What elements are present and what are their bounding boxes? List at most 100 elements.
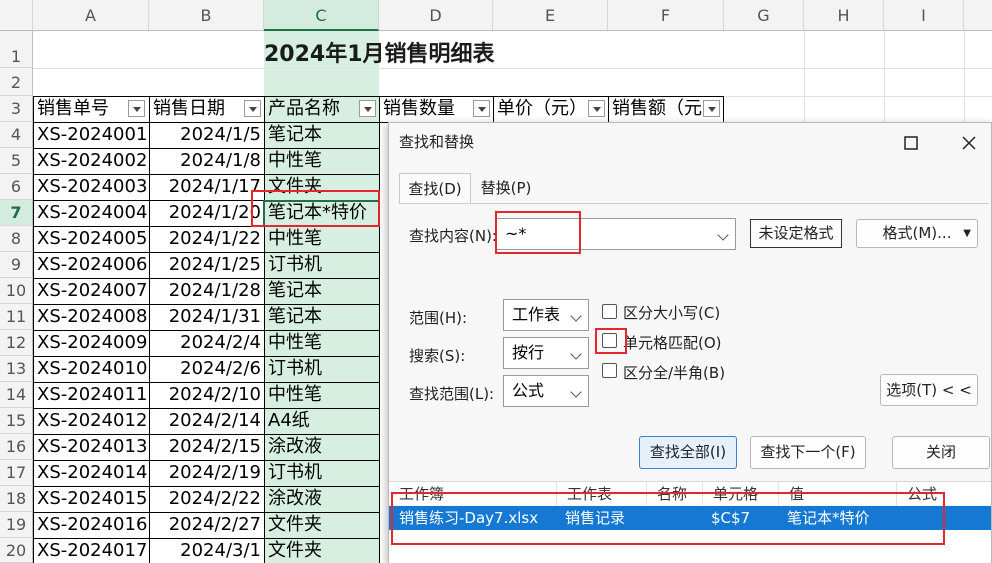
sale-date-cell[interactable]: 2024/1/25	[150, 252, 264, 278]
product-name-cell[interactable]: 订书机	[265, 356, 379, 382]
order-id-cell[interactable]: XS-2024006	[34, 252, 149, 278]
row-header[interactable]: 5	[0, 148, 33, 174]
sale-date-cell[interactable]: 2024/1/8	[150, 148, 264, 174]
sale-date-cell[interactable]: 2024/2/22	[150, 486, 264, 512]
sale-date-cell[interactable]: 2024/2/19	[150, 460, 264, 486]
select-all-corner[interactable]	[0, 0, 33, 31]
product-name-cell[interactable]: 文件夹	[265, 512, 379, 538]
row-header[interactable]: 16	[0, 434, 33, 460]
order-id-cell[interactable]: XS-2024011	[34, 382, 149, 408]
product-name-cell[interactable]: 中性笔	[265, 226, 379, 252]
column-header-d[interactable]: D	[379, 0, 493, 31]
column-header-b[interactable]: B	[149, 0, 264, 31]
sale-date-cell[interactable]: 2024/2/6	[150, 356, 264, 382]
column-header-a[interactable]: A	[33, 0, 149, 31]
row-header[interactable]: 17	[0, 460, 33, 486]
row-header[interactable]: 2	[0, 68, 33, 96]
chevron-down-icon[interactable]	[566, 338, 588, 368]
column-header-i[interactable]: I	[884, 0, 964, 31]
sheet-title[interactable]: 2024年1月销售明细表	[264, 36, 495, 68]
tab-find[interactable]: 查找(D)	[399, 173, 471, 203]
sale-date-cell[interactable]: 2024/2/27	[150, 512, 264, 538]
filter-dropdown-button[interactable]	[588, 100, 605, 117]
column-header-e[interactable]: E	[493, 0, 608, 31]
row-header[interactable]: 8	[0, 226, 33, 252]
filter-dropdown-button[interactable]	[128, 100, 145, 117]
row-header[interactable]: 18	[0, 486, 33, 512]
row-header[interactable]: 11	[0, 304, 33, 330]
product-name-cell[interactable]: 笔记本	[265, 304, 379, 330]
filter-dropdown-button[interactable]	[359, 100, 376, 117]
maximize-icon[interactable]	[891, 125, 931, 161]
look-in-select[interactable]: 公式	[503, 375, 589, 407]
sale-date-cell[interactable]: 2024/3/1	[150, 538, 264, 563]
find-next-button[interactable]: 查找下一个(F)	[750, 436, 866, 469]
product-name-cell[interactable]: 中性笔	[265, 148, 379, 174]
order-id-cell[interactable]: XS-2024002	[34, 148, 149, 174]
order-id-cell[interactable]: XS-2024013	[34, 434, 149, 460]
close-button[interactable]: 关闭	[892, 436, 990, 469]
find-all-button[interactable]: 查找全部(I)	[639, 436, 737, 469]
search-select[interactable]: 按行	[503, 337, 589, 369]
match-width-checkbox[interactable]	[602, 363, 617, 378]
sale-date-cell[interactable]: 2024/1/31	[150, 304, 264, 330]
row-header[interactable]: 10	[0, 278, 33, 304]
tab-replace[interactable]: 替换(P)	[471, 173, 541, 203]
format-button[interactable]: 格式(M)... ▼	[856, 219, 978, 248]
scope-select[interactable]: 工作表	[503, 299, 589, 331]
row-header[interactable]: 12	[0, 330, 33, 356]
product-name-cell[interactable]: 订书机	[265, 252, 379, 278]
chevron-down-icon[interactable]	[713, 219, 735, 249]
sale-date-cell[interactable]: 2024/2/14	[150, 408, 264, 434]
column-header-h[interactable]: H	[804, 0, 884, 31]
product-name-cell[interactable]: 文件夹	[265, 538, 379, 563]
order-id-cell[interactable]: XS-2024003	[34, 174, 149, 200]
filter-dropdown-button[interactable]	[244, 100, 261, 117]
column-header-c[interactable]: C	[264, 0, 379, 31]
order-id-cell[interactable]: XS-2024005	[34, 226, 149, 252]
row-header[interactable]: 3	[0, 96, 33, 122]
product-name-cell[interactable]: 涂改液	[265, 486, 379, 512]
row-header[interactable]: 7	[0, 200, 33, 226]
match-case-checkbox[interactable]	[602, 304, 617, 319]
row-header[interactable]: 14	[0, 382, 33, 408]
sale-date-cell[interactable]: 2024/1/28	[150, 278, 264, 304]
order-id-cell[interactable]: XS-2024010	[34, 356, 149, 382]
order-id-cell[interactable]: XS-2024014	[34, 460, 149, 486]
column-header-g[interactable]: G	[724, 0, 804, 31]
header-cell[interactable]: 销售额（元	[609, 96, 709, 122]
product-name-cell[interactable]: 订书机	[265, 460, 379, 486]
row-header[interactable]: 4	[0, 122, 33, 148]
product-name-cell[interactable]: 涂改液	[265, 434, 379, 460]
product-name-cell[interactable]: 笔记本	[265, 122, 379, 148]
order-id-cell[interactable]: XS-2024017	[34, 538, 149, 563]
options-button[interactable]: 选项(T) < <	[880, 374, 978, 406]
order-id-cell[interactable]: XS-2024016	[34, 512, 149, 538]
order-id-cell[interactable]: XS-2024009	[34, 330, 149, 356]
sale-date-cell[interactable]: 2024/2/10	[150, 382, 264, 408]
chevron-down-icon[interactable]	[566, 376, 588, 406]
row-header[interactable]: 1	[0, 31, 33, 68]
product-name-cell[interactable]: 笔记本	[265, 278, 379, 304]
sale-date-cell[interactable]: 2024/1/17	[150, 174, 264, 200]
order-id-cell[interactable]: XS-2024004	[34, 200, 149, 226]
filter-dropdown-button[interactable]	[703, 100, 720, 117]
sale-date-cell[interactable]: 2024/2/15	[150, 434, 264, 460]
sale-date-cell[interactable]: 2024/1/22	[150, 226, 264, 252]
order-id-cell[interactable]: XS-2024012	[34, 408, 149, 434]
product-name-cell[interactable]: 中性笔	[265, 382, 379, 408]
format-status-button[interactable]: 未设定格式	[750, 219, 842, 248]
product-name-cell[interactable]: 中性笔	[265, 330, 379, 356]
row-header[interactable]: 6	[0, 174, 33, 200]
row-header[interactable]: 20	[0, 538, 33, 563]
chevron-down-icon[interactable]	[566, 300, 588, 330]
row-header[interactable]: 15	[0, 408, 33, 434]
order-id-cell[interactable]: XS-2024001	[34, 122, 149, 148]
row-header[interactable]: 19	[0, 512, 33, 538]
order-id-cell[interactable]: XS-2024015	[34, 486, 149, 512]
product-name-cell[interactable]: A4纸	[265, 408, 379, 434]
sale-date-cell[interactable]: 2024/1/5	[150, 122, 264, 148]
sale-date-cell[interactable]: 2024/2/4	[150, 330, 264, 356]
order-id-cell[interactable]: XS-2024007	[34, 278, 149, 304]
column-header-f[interactable]: F	[608, 0, 724, 31]
